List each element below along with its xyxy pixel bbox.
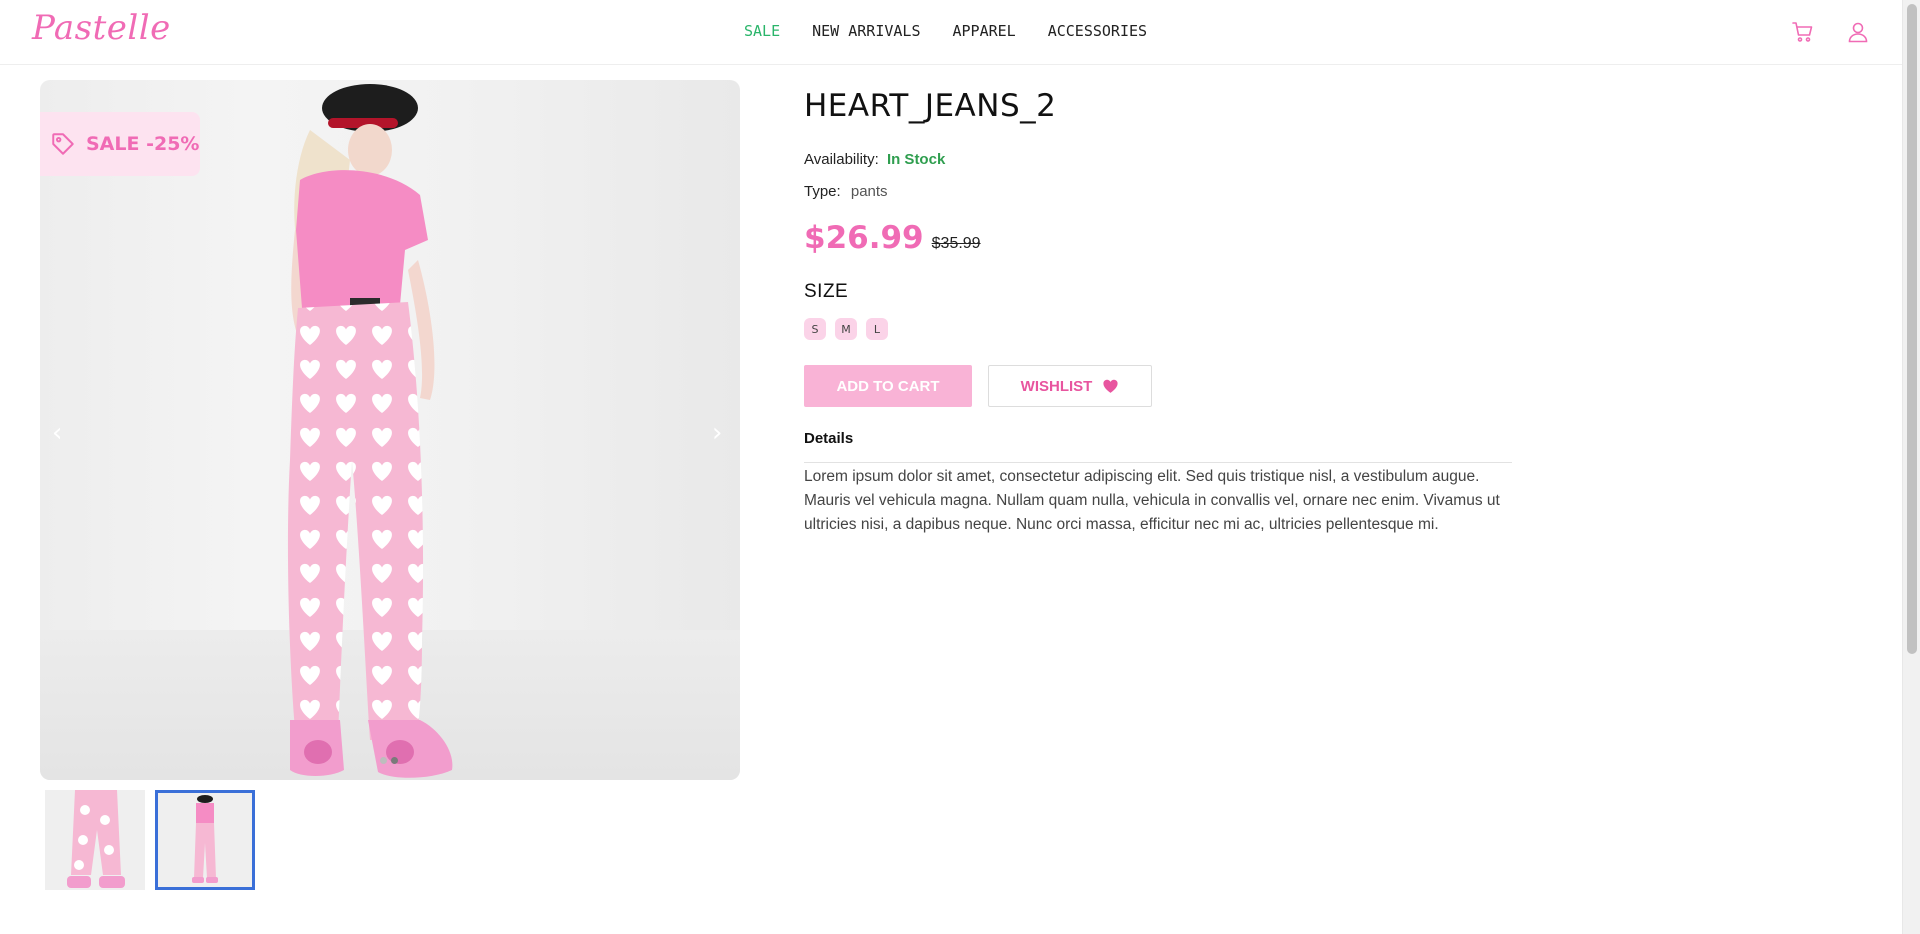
type-label: Type: [804, 183, 841, 200]
wishlist-button[interactable]: WISHLIST [988, 365, 1152, 407]
product-title: HEART_JEANS_2 [804, 88, 1057, 124]
size-selector: S M L [804, 318, 888, 340]
add-to-cart-button[interactable]: ADD TO CART [804, 365, 972, 407]
tag-icon [52, 133, 74, 155]
sale-badge-label: SALE -25% [86, 133, 200, 155]
availability-row: Availability: In Stock [804, 151, 945, 168]
scrollbar-thumb[interactable] [1907, 4, 1917, 654]
carousel-prev-button[interactable]: ‹ [52, 418, 62, 448]
current-price: $26.99 [804, 220, 924, 256]
availability-label: Availability: [804, 151, 879, 168]
sale-badge: SALE -25% [40, 112, 200, 176]
nav-item-accessories[interactable]: ACCESSORIES [1048, 22, 1147, 40]
wishlist-label: WISHLIST [1020, 377, 1093, 395]
carousel-next-button[interactable]: › [712, 418, 722, 448]
price-row: $26.99 $35.99 [804, 220, 981, 256]
thumbnail-2[interactable] [155, 790, 255, 890]
product-image-carousel: SALE -25% ‹ › [40, 80, 740, 780]
carousel-dot-1[interactable] [380, 757, 387, 764]
user-icon[interactable] [1846, 20, 1870, 44]
thumbnail-1[interactable] [45, 790, 145, 890]
brand-logo[interactable]: Pastelle [32, 8, 171, 48]
nav-item-new-arrivals[interactable]: NEW ARRIVALS [812, 22, 920, 40]
main-nav: SALE NEW ARRIVALS APPAREL ACCESSORIES [744, 22, 1147, 40]
page-scrollbar[interactable] [1902, 0, 1920, 934]
original-price: $35.99 [931, 235, 981, 252]
site-header: Pastelle SALE NEW ARRIVALS APPAREL ACCES… [0, 0, 1902, 65]
details-divider [804, 462, 1512, 463]
availability-value: In Stock [886, 151, 946, 168]
cart-icon[interactable] [1791, 20, 1815, 44]
nav-item-apparel[interactable]: APPAREL [953, 22, 1016, 40]
heart-icon [1103, 379, 1118, 393]
details-description: Lorem ipsum dolor sit amet, consectetur … [804, 468, 1500, 533]
type-row: Type: pants [804, 183, 888, 200]
type-value: pants [850, 183, 888, 200]
size-option-m[interactable]: M [835, 318, 857, 340]
carousel-dots [380, 757, 398, 764]
size-option-s[interactable]: S [804, 318, 826, 340]
product-photo [287, 84, 453, 778]
size-option-l[interactable]: L [866, 318, 888, 340]
size-heading: SIZE [804, 281, 849, 302]
details-heading: Details [804, 430, 854, 447]
nav-item-sale[interactable]: SALE [744, 22, 780, 40]
carousel-dot-2[interactable] [391, 757, 398, 764]
